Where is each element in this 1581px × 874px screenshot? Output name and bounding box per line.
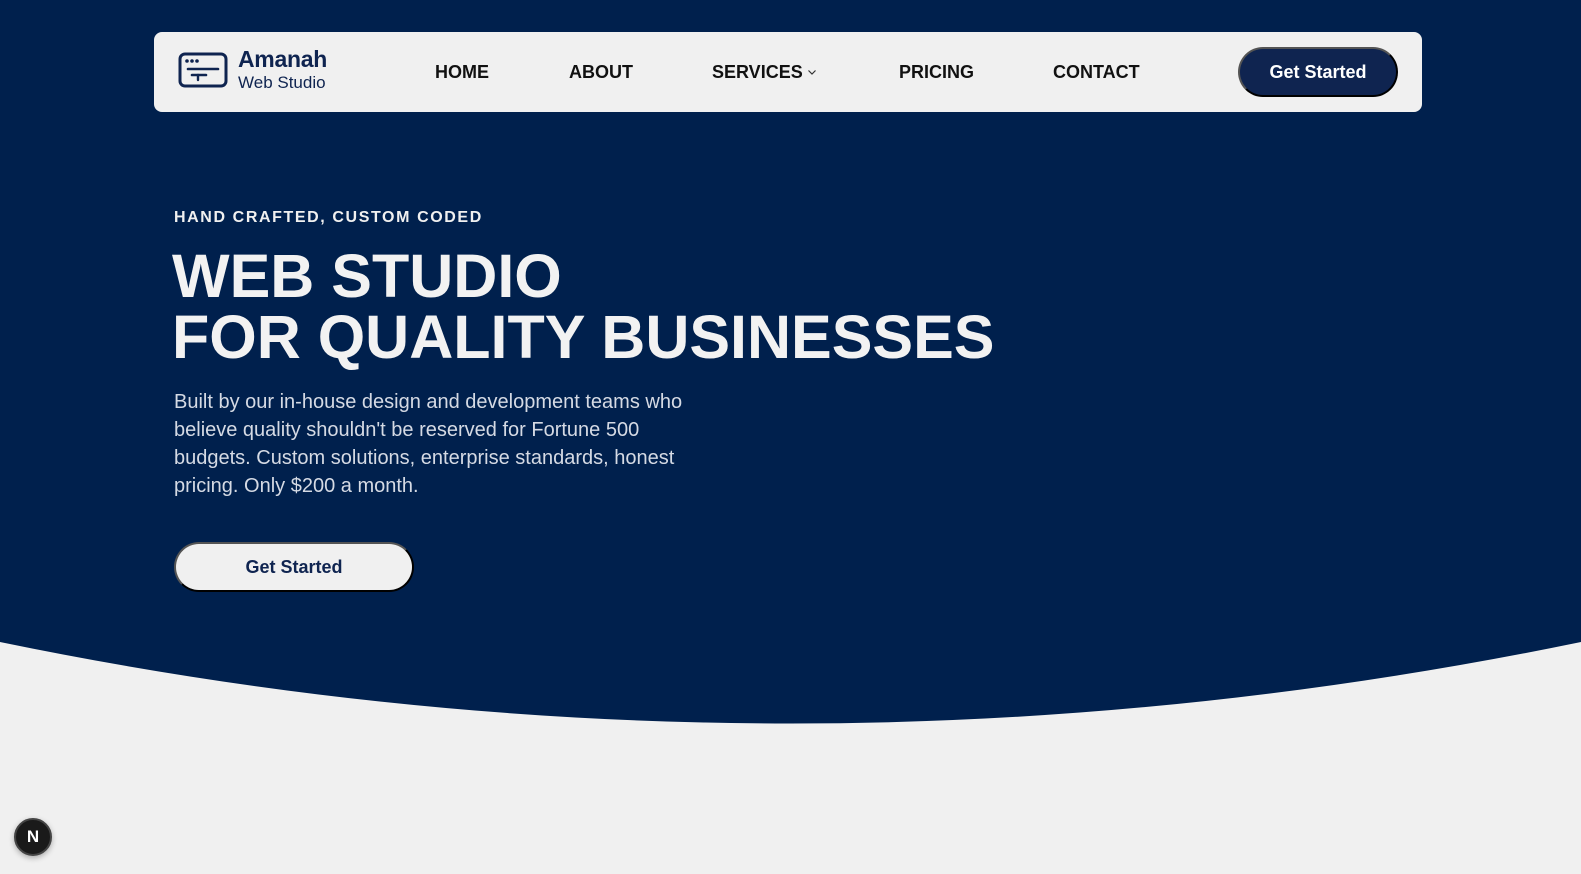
- nav-about[interactable]: ABOUT: [569, 62, 633, 82]
- hero-lead: Built by our in-house design and develop…: [174, 391, 683, 497]
- nav-contact[interactable]: CONTACT: [1053, 62, 1140, 82]
- dev-tools-badge[interactable]: N: [14, 818, 52, 856]
- hero-headline: WEB STUDIO FOR QUALITY BUSINESSES: [172, 246, 995, 368]
- hero-background: [0, 0, 1581, 724]
- nav-services-label: SERVICES: [712, 62, 803, 82]
- browser-window-icon: [178, 52, 228, 87]
- hero-get-started-button[interactable]: Get Started: [174, 542, 414, 592]
- brand-subtitle: Web Studio: [238, 73, 326, 92]
- hero-headline-line-2: FOR QUALITY BUSINESSES: [172, 303, 995, 371]
- nav-get-started-button[interactable]: Get Started: [1238, 47, 1398, 97]
- nav-home[interactable]: HOME: [435, 62, 489, 82]
- nav-services[interactable]: SERVICES: [712, 62, 817, 82]
- brand-text: Amanah Web Studio: [238, 46, 327, 92]
- page: Amanah Web Studio HOME ABOUT SERVICES PR…: [0, 0, 1581, 874]
- brand-name: Amanah: [238, 46, 327, 72]
- nav-pricing[interactable]: PRICING: [899, 62, 974, 82]
- navbar: Amanah Web Studio HOME ABOUT SERVICES PR…: [154, 32, 1422, 112]
- hero-eyebrow: HAND CRAFTED, CUSTOM CODED: [174, 209, 483, 226]
- hero-headline-line-1: WEB STUDIO: [172, 242, 562, 310]
- chevron-down-icon: [807, 70, 816, 75]
- brand-logo[interactable]: Amanah Web Studio: [178, 48, 327, 91]
